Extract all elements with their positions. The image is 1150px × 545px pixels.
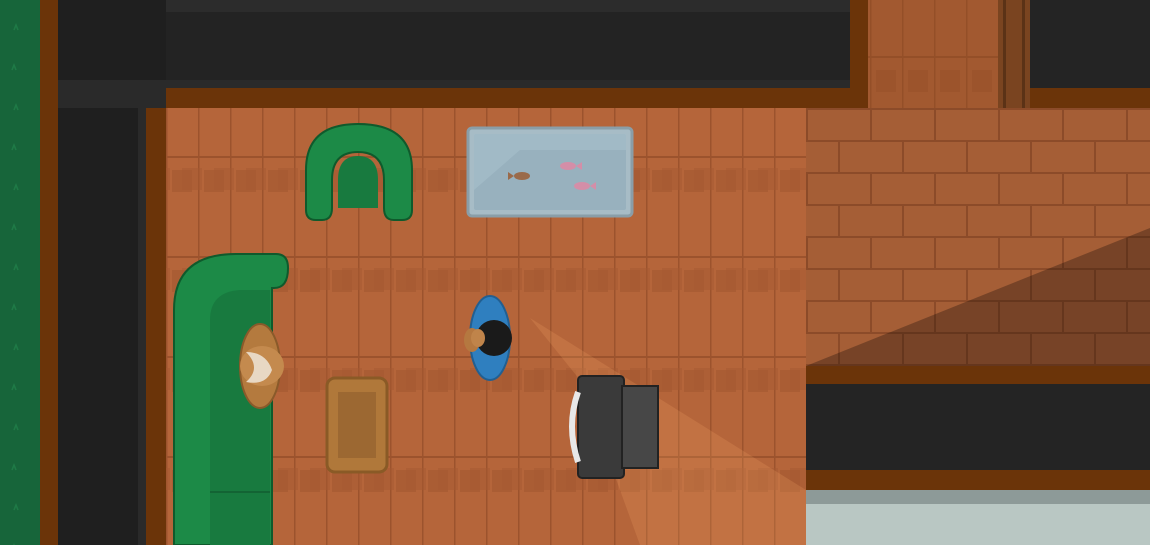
outer-wall-trim	[40, 0, 58, 545]
inner-wall	[806, 384, 1150, 470]
top-wall-trim	[166, 88, 856, 108]
table-icon	[325, 376, 389, 474]
tv-icon[interactable]	[569, 375, 659, 479]
armchair-icon[interactable]	[305, 122, 413, 221]
kitchen-floor	[806, 504, 1150, 545]
game-scene	[0, 0, 1150, 545]
fish-tank-icon[interactable]	[466, 126, 634, 218]
scene-canvas	[0, 0, 1150, 545]
left-wall-trim	[146, 108, 166, 545]
grass-strip	[0, 0, 40, 545]
door-frame	[998, 0, 1030, 108]
